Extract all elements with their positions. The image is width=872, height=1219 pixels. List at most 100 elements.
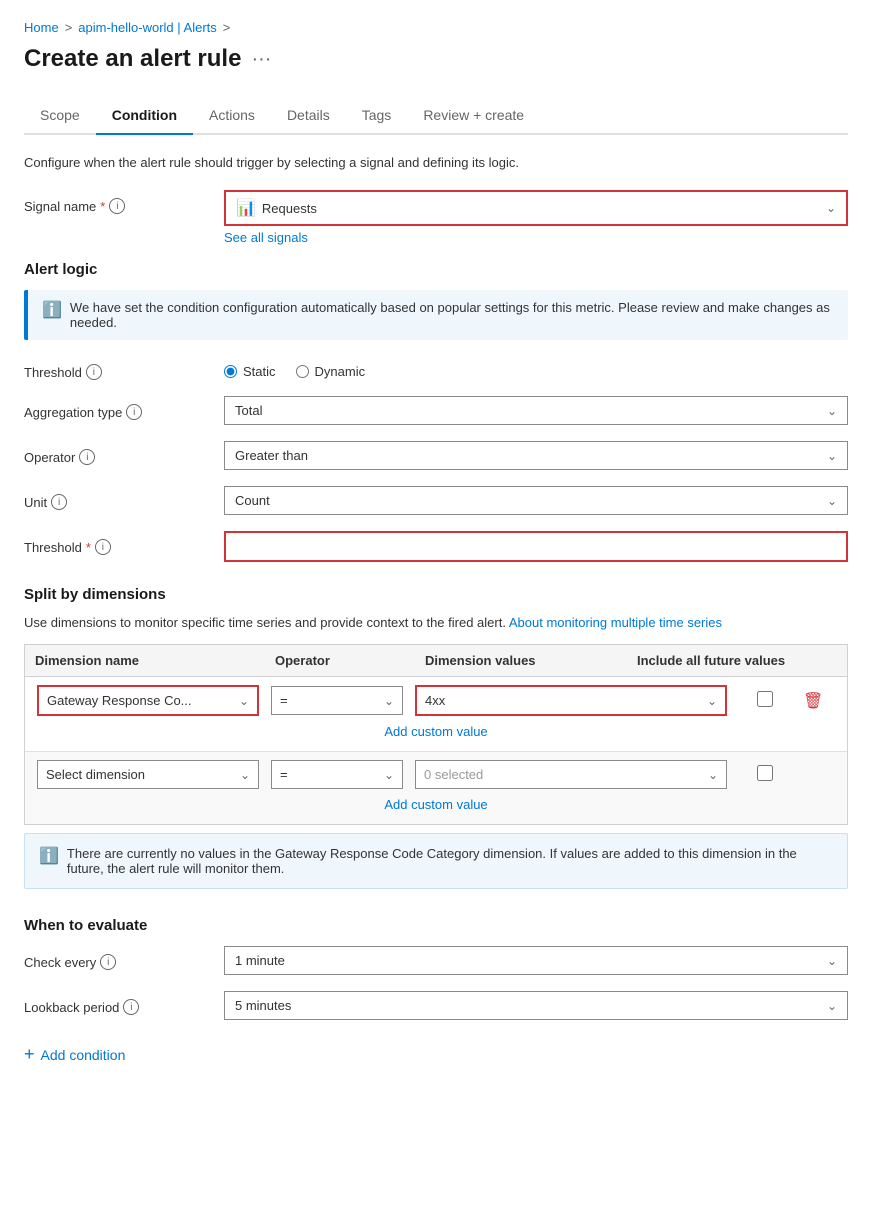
- check-every-value: 1 minute: [235, 953, 285, 968]
- aggregation-info-icon[interactable]: i: [126, 404, 142, 420]
- breadcrumb-home[interactable]: Home: [24, 20, 59, 35]
- dimension-values-select-2[interactable]: 0 selected ⌄: [415, 760, 727, 789]
- dimension-values-chevron-1: ⌄: [707, 694, 717, 708]
- add-condition-button[interactable]: + Add condition: [24, 1044, 848, 1065]
- operator-chevron: ⌄: [827, 449, 837, 463]
- add-condition-label: Add condition: [41, 1047, 126, 1063]
- unit-row: Unit i Count ⌄: [24, 486, 848, 515]
- dimension-row-2: Select dimension ⌄ = ⌄ 0 selected ⌄: [25, 752, 847, 824]
- check-every-info-icon[interactable]: i: [100, 954, 116, 970]
- dimension-name-cell-2: Select dimension ⌄: [33, 760, 263, 789]
- aggregation-type-label: Aggregation type i: [24, 396, 224, 420]
- alert-logic-info-box: ℹ️ We have set the condition configurati…: [24, 290, 848, 340]
- add-custom-value-2-area: Add custom value: [33, 789, 839, 816]
- signal-name-info-icon[interactable]: i: [109, 198, 125, 214]
- dimension-values-header: Dimension values: [415, 645, 627, 676]
- tab-tags[interactable]: Tags: [346, 97, 408, 135]
- signal-select-inner: 📊 Requests: [236, 198, 317, 218]
- signal-name-select[interactable]: 📊 Requests ⌄: [224, 190, 848, 226]
- dimension-name-header: Dimension name: [25, 645, 265, 676]
- add-custom-value-1-area: Add custom value: [33, 716, 839, 743]
- page-title-area: Create an alert rule ···: [24, 45, 848, 73]
- check-every-select[interactable]: 1 minute ⌄: [224, 946, 848, 975]
- check-every-row: Check every i 1 minute ⌄: [24, 946, 848, 975]
- dimension-values-select-1[interactable]: 4xx ⌄: [415, 685, 727, 716]
- split-description-text: Use dimensions to monitor specific time …: [24, 615, 506, 630]
- signal-name-control: 📊 Requests ⌄ See all signals: [224, 190, 848, 245]
- threshold-dynamic-text: Dynamic: [315, 364, 366, 379]
- threshold-value-row: Threshold * i 1: [24, 531, 848, 562]
- operator-select[interactable]: Greater than ⌄: [224, 441, 848, 470]
- add-condition-plus-icon: +: [24, 1044, 35, 1065]
- check-every-label: Check every i: [24, 946, 224, 970]
- signal-name-label: Signal name * i: [24, 190, 224, 214]
- operator-info-icon[interactable]: i: [79, 449, 95, 465]
- tab-review-create[interactable]: Review + create: [407, 97, 540, 135]
- operator-chevron-1: ⌄: [384, 694, 394, 708]
- tab-actions[interactable]: Actions: [193, 97, 271, 135]
- about-monitoring-link[interactable]: About monitoring multiple time series: [509, 615, 722, 630]
- dimension-row-1: Gateway Response Co... ⌄ = ⌄ 4xx ⌄: [25, 677, 847, 752]
- operator-select-2[interactable]: = ⌄: [271, 760, 403, 789]
- aggregation-type-control: Total ⌄: [224, 396, 848, 425]
- threshold-info-icon[interactable]: i: [86, 364, 102, 380]
- tab-scope[interactable]: Scope: [24, 97, 96, 135]
- operator-value-2: =: [280, 767, 288, 782]
- threshold-value-input[interactable]: 1: [224, 531, 848, 562]
- dimension-name-select-1[interactable]: Gateway Response Co... ⌄: [37, 685, 259, 716]
- unit-chevron: ⌄: [827, 494, 837, 508]
- include-future-checkbox-2[interactable]: [757, 765, 773, 781]
- signal-name-value: Requests: [262, 201, 317, 216]
- operator-cell-2: = ⌄: [267, 760, 407, 789]
- dimension-values-chevron-2: ⌄: [708, 768, 718, 782]
- lookback-period-select[interactable]: 5 minutes ⌄: [224, 991, 848, 1020]
- threshold-static-radio[interactable]: [224, 365, 237, 378]
- threshold-value-info-icon[interactable]: i: [95, 539, 111, 555]
- dimensions-table: Dimension name Operator Dimension values…: [24, 644, 848, 825]
- unit-info-icon[interactable]: i: [51, 494, 67, 510]
- dimension-info-notice: ℹ️ There are currently no values in the …: [24, 833, 848, 889]
- lookback-period-value: 5 minutes: [235, 998, 291, 1013]
- delete-row-1-button[interactable]: 🗑: [803, 693, 823, 710]
- include-future-cell-1: [735, 691, 795, 710]
- signal-name-chevron: ⌄: [826, 201, 836, 215]
- operator-cell-1: = ⌄: [267, 686, 407, 715]
- breadcrumb: Home > apim-hello-world | Alerts >: [24, 20, 848, 35]
- dimension-name-value-1: Gateway Response Co...: [47, 693, 192, 708]
- info-box-icon: ℹ️: [42, 300, 62, 330]
- threshold-type-label: Threshold i: [24, 356, 224, 380]
- add-custom-value-2[interactable]: Add custom value: [33, 793, 839, 816]
- aggregation-type-select[interactable]: Total ⌄: [224, 396, 848, 425]
- unit-control: Count ⌄: [224, 486, 848, 515]
- signal-chart-icon: 📊: [236, 198, 256, 218]
- see-all-signals-link[interactable]: See all signals: [224, 230, 848, 245]
- alert-logic-title: Alert logic: [24, 261, 848, 278]
- dimension-name-select-2[interactable]: Select dimension ⌄: [37, 760, 259, 789]
- split-section-title: Split by dimensions: [24, 586, 848, 603]
- breadcrumb-resource[interactable]: apim-hello-world | Alerts: [78, 20, 216, 35]
- unit-select[interactable]: Count ⌄: [224, 486, 848, 515]
- add-custom-value-1[interactable]: Add custom value: [33, 720, 839, 743]
- info-notice-text: There are currently no values in the Gat…: [67, 846, 833, 876]
- operator-header: Operator: [265, 645, 415, 676]
- threshold-value-control: 1: [224, 531, 848, 562]
- page-menu-button[interactable]: ···: [251, 48, 271, 71]
- threshold-dynamic-label[interactable]: Dynamic: [296, 364, 366, 379]
- lookback-period-label: Lookback period i: [24, 991, 224, 1015]
- operator-value-1: =: [280, 693, 288, 708]
- split-by-dimensions-section: Split by dimensions Use dimensions to mo…: [24, 586, 848, 889]
- tab-condition[interactable]: Condition: [96, 97, 193, 135]
- lookback-period-row: Lookback period i 5 minutes ⌄: [24, 991, 848, 1020]
- dimension-values-cell-1: 4xx ⌄: [411, 685, 731, 716]
- when-to-evaluate-section: When to evaluate Check every i 1 minute …: [24, 917, 848, 1020]
- operator-select-1[interactable]: = ⌄: [271, 686, 403, 715]
- operator-control: Greater than ⌄: [224, 441, 848, 470]
- operator-value: Greater than: [235, 448, 308, 463]
- tab-details[interactable]: Details: [271, 97, 346, 135]
- operator-label: Operator i: [24, 441, 224, 465]
- include-future-checkbox-1[interactable]: [757, 691, 773, 707]
- lookback-period-info-icon[interactable]: i: [123, 999, 139, 1015]
- alert-logic-info-text: We have set the condition configuration …: [70, 300, 834, 330]
- threshold-dynamic-radio[interactable]: [296, 365, 309, 378]
- threshold-static-label[interactable]: Static: [224, 364, 276, 379]
